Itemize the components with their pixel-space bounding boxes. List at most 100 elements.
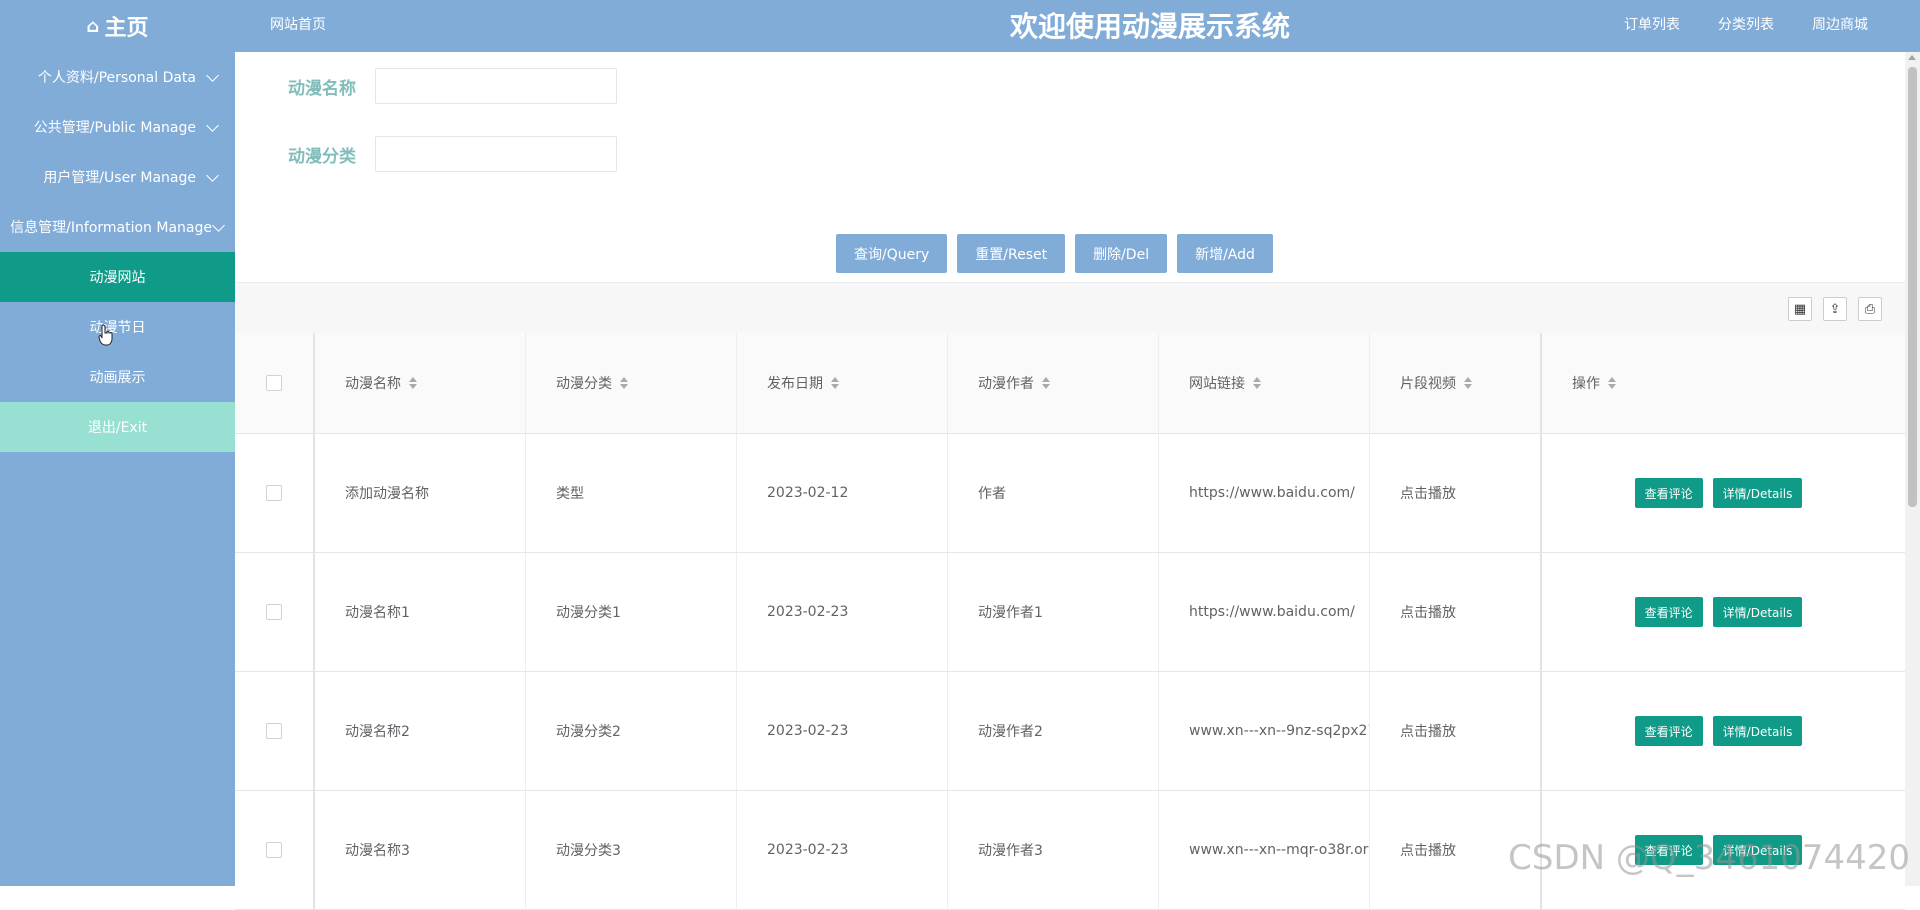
row-check-cell [235, 791, 315, 909]
data-table: 动漫名称 动漫分类 发布日期 动漫作者 网站链接 片段视频 操作 添加动漫名称 … [235, 333, 1905, 910]
column-header-author[interactable]: 动漫作者 [948, 333, 1159, 433]
column-label: 动漫名称 [345, 376, 401, 392]
column-header-name[interactable]: 动漫名称 [315, 333, 526, 433]
table-row: 添加动漫名称 类型 2023-02-12 作者 https://www.baid… [235, 434, 1905, 553]
cell-author: 动漫作者1 [948, 553, 1159, 671]
table-row: 动漫名称2 动漫分类2 2023-02-23 动漫作者2 www.xn---xn… [235, 672, 1905, 791]
cell-date: 2023-02-23 [737, 672, 948, 790]
sidebar-menu-label: 信息管理/Information Manage [10, 220, 212, 236]
cell-video-play[interactable]: 点击播放 [1370, 434, 1542, 552]
sort-icon[interactable] [1042, 377, 1050, 389]
export-icon[interactable]: ⇪ [1823, 297, 1847, 321]
home-icon: ⌂ [86, 15, 100, 37]
row-checkbox[interactable] [266, 485, 282, 501]
chevron-down-icon [206, 118, 219, 132]
vertical-scrollbar[interactable] [1905, 52, 1920, 886]
reset-button[interactable]: 重置/Reset [957, 234, 1066, 273]
cell-category: 动漫分类2 [526, 672, 737, 790]
nav-category-list[interactable]: 分类列表 [1718, 14, 1774, 34]
table-row: 动漫名称1 动漫分类1 2023-02-23 动漫作者1 https://www… [235, 553, 1905, 672]
view-comments-button[interactable]: 查看评论 [1634, 478, 1703, 508]
cell-author: 作者 [948, 434, 1159, 552]
details-button[interactable]: 详情/Details [1712, 716, 1803, 746]
home-link[interactable]: ⌂ 主页 [0, 0, 235, 52]
details-button[interactable]: 详情/Details [1712, 597, 1803, 627]
column-header-category[interactable]: 动漫分类 [526, 333, 737, 433]
view-comments-button[interactable]: 查看评论 [1634, 597, 1703, 627]
cell-name: 添加动漫名称 [315, 434, 526, 552]
cell-date: 2023-02-23 [737, 791, 948, 909]
site-home-link[interactable]: 网站首页 [270, 14, 326, 34]
cell-link[interactable]: www.xn---xn--9nz-sq2px27 [1159, 672, 1370, 790]
column-header-link[interactable]: 网站链接 [1159, 333, 1370, 433]
anime-category-input[interactable] [375, 136, 617, 172]
cell-video-play[interactable]: 点击播放 [1370, 553, 1542, 671]
sidebar-item-animation-show[interactable]: 动画展示 [0, 352, 235, 402]
cell-author: 动漫作者2 [948, 672, 1159, 790]
sidebar-item-anime-website[interactable]: 动漫网站 [0, 252, 235, 302]
column-label: 动漫分类 [556, 376, 612, 392]
column-label: 动漫作者 [978, 376, 1034, 392]
column-label: 操作 [1572, 376, 1600, 392]
nav-order-list[interactable]: 订单列表 [1624, 14, 1680, 34]
sidebar-item-anime-festival[interactable]: 动漫节日 [0, 302, 235, 352]
sidebar-menu-public-manage[interactable]: 公共管理/Public Manage [0, 102, 235, 152]
row-checkbox[interactable] [266, 604, 282, 620]
action-buttons: 查询/Query 重置/Reset 删除/Del 新增/Add [836, 234, 1273, 273]
select-all-checkbox[interactable] [266, 375, 282, 391]
sidebar-menu-personal-data[interactable]: 个人资料/Personal Data [0, 52, 235, 102]
sidebar-exit-button[interactable]: 退出/Exit [0, 402, 235, 452]
home-label: 主页 [104, 16, 149, 41]
sort-icon[interactable] [1464, 377, 1472, 389]
cell-operations: 查看评论 详情/Details [1542, 553, 1895, 671]
table-header: 动漫名称 动漫分类 发布日期 动漫作者 网站链接 片段视频 操作 [235, 333, 1905, 434]
cell-name: 动漫名称2 [315, 672, 526, 790]
sort-icon[interactable] [1608, 377, 1616, 389]
search-name-label: 动漫名称 [288, 78, 356, 99]
scroll-up-icon[interactable] [1908, 55, 1916, 60]
table-toolbar: ▦ ⇪ ⎙ [235, 282, 1905, 334]
cell-link[interactable]: https://www.baidu.com/ [1159, 553, 1370, 671]
search-name-row: 动漫名称 [288, 68, 617, 104]
query-button[interactable]: 查询/Query [836, 234, 948, 273]
column-header-date[interactable]: 发布日期 [737, 333, 948, 433]
row-checkbox[interactable] [266, 842, 282, 858]
sidebar-menu-label: 用户管理/User Manage [43, 170, 196, 186]
column-label: 发布日期 [767, 376, 823, 392]
delete-button[interactable]: 删除/Del [1075, 234, 1168, 273]
watermark: CSDN @Q_3461074420 [1508, 838, 1910, 878]
view-comments-button[interactable]: 查看评论 [1634, 716, 1703, 746]
sort-icon[interactable] [831, 377, 839, 389]
chevron-down-icon [206, 168, 219, 182]
cell-link[interactable]: www.xn---xn--mqr-o38r.org [1159, 791, 1370, 909]
top-nav: 订单列表 分类列表 周边商城 [1624, 14, 1868, 34]
cell-operations: 查看评论 详情/Details [1542, 434, 1895, 552]
sidebar-menu-label: 个人资料/Personal Data [37, 70, 196, 86]
sidebar-menu-label: 公共管理/Public Manage [33, 120, 196, 136]
cell-category: 动漫分类1 [526, 553, 737, 671]
page-title: 欢迎使用动漫展示系统 [1009, 10, 1290, 43]
column-header-video[interactable]: 片段视频 [1370, 333, 1542, 433]
hand-cursor-icon [98, 324, 113, 346]
cell-video-play[interactable]: 点击播放 [1370, 672, 1542, 790]
row-checkbox[interactable] [266, 723, 282, 739]
sort-icon[interactable] [409, 377, 417, 389]
anime-name-input[interactable] [375, 68, 617, 104]
sidebar: 个人资料/Personal Data 公共管理/Public Manage 用户… [0, 52, 235, 886]
details-button[interactable]: 详情/Details [1712, 478, 1803, 508]
column-header-ops[interactable]: 操作 [1542, 333, 1895, 433]
sort-icon[interactable] [620, 377, 628, 389]
cell-date: 2023-02-23 [737, 553, 948, 671]
cell-link[interactable]: https://www.baidu.com/ [1159, 434, 1370, 552]
sort-icon[interactable] [1253, 377, 1261, 389]
sidebar-menu-user-manage[interactable]: 用户管理/User Manage [0, 152, 235, 202]
scrollbar-thumb[interactable] [1908, 67, 1917, 507]
sidebar-menu-information-manage[interactable]: 信息管理/Information Manage [0, 202, 235, 252]
columns-icon[interactable]: ▦ [1788, 297, 1812, 321]
row-check-cell [235, 434, 315, 552]
add-button[interactable]: 新增/Add [1177, 234, 1273, 273]
cell-operations: 查看评论 详情/Details [1542, 672, 1895, 790]
search-category-label: 动漫分类 [288, 146, 356, 167]
nav-merch-shop[interactable]: 周边商城 [1812, 14, 1868, 34]
print-icon[interactable]: ⎙ [1858, 297, 1882, 321]
